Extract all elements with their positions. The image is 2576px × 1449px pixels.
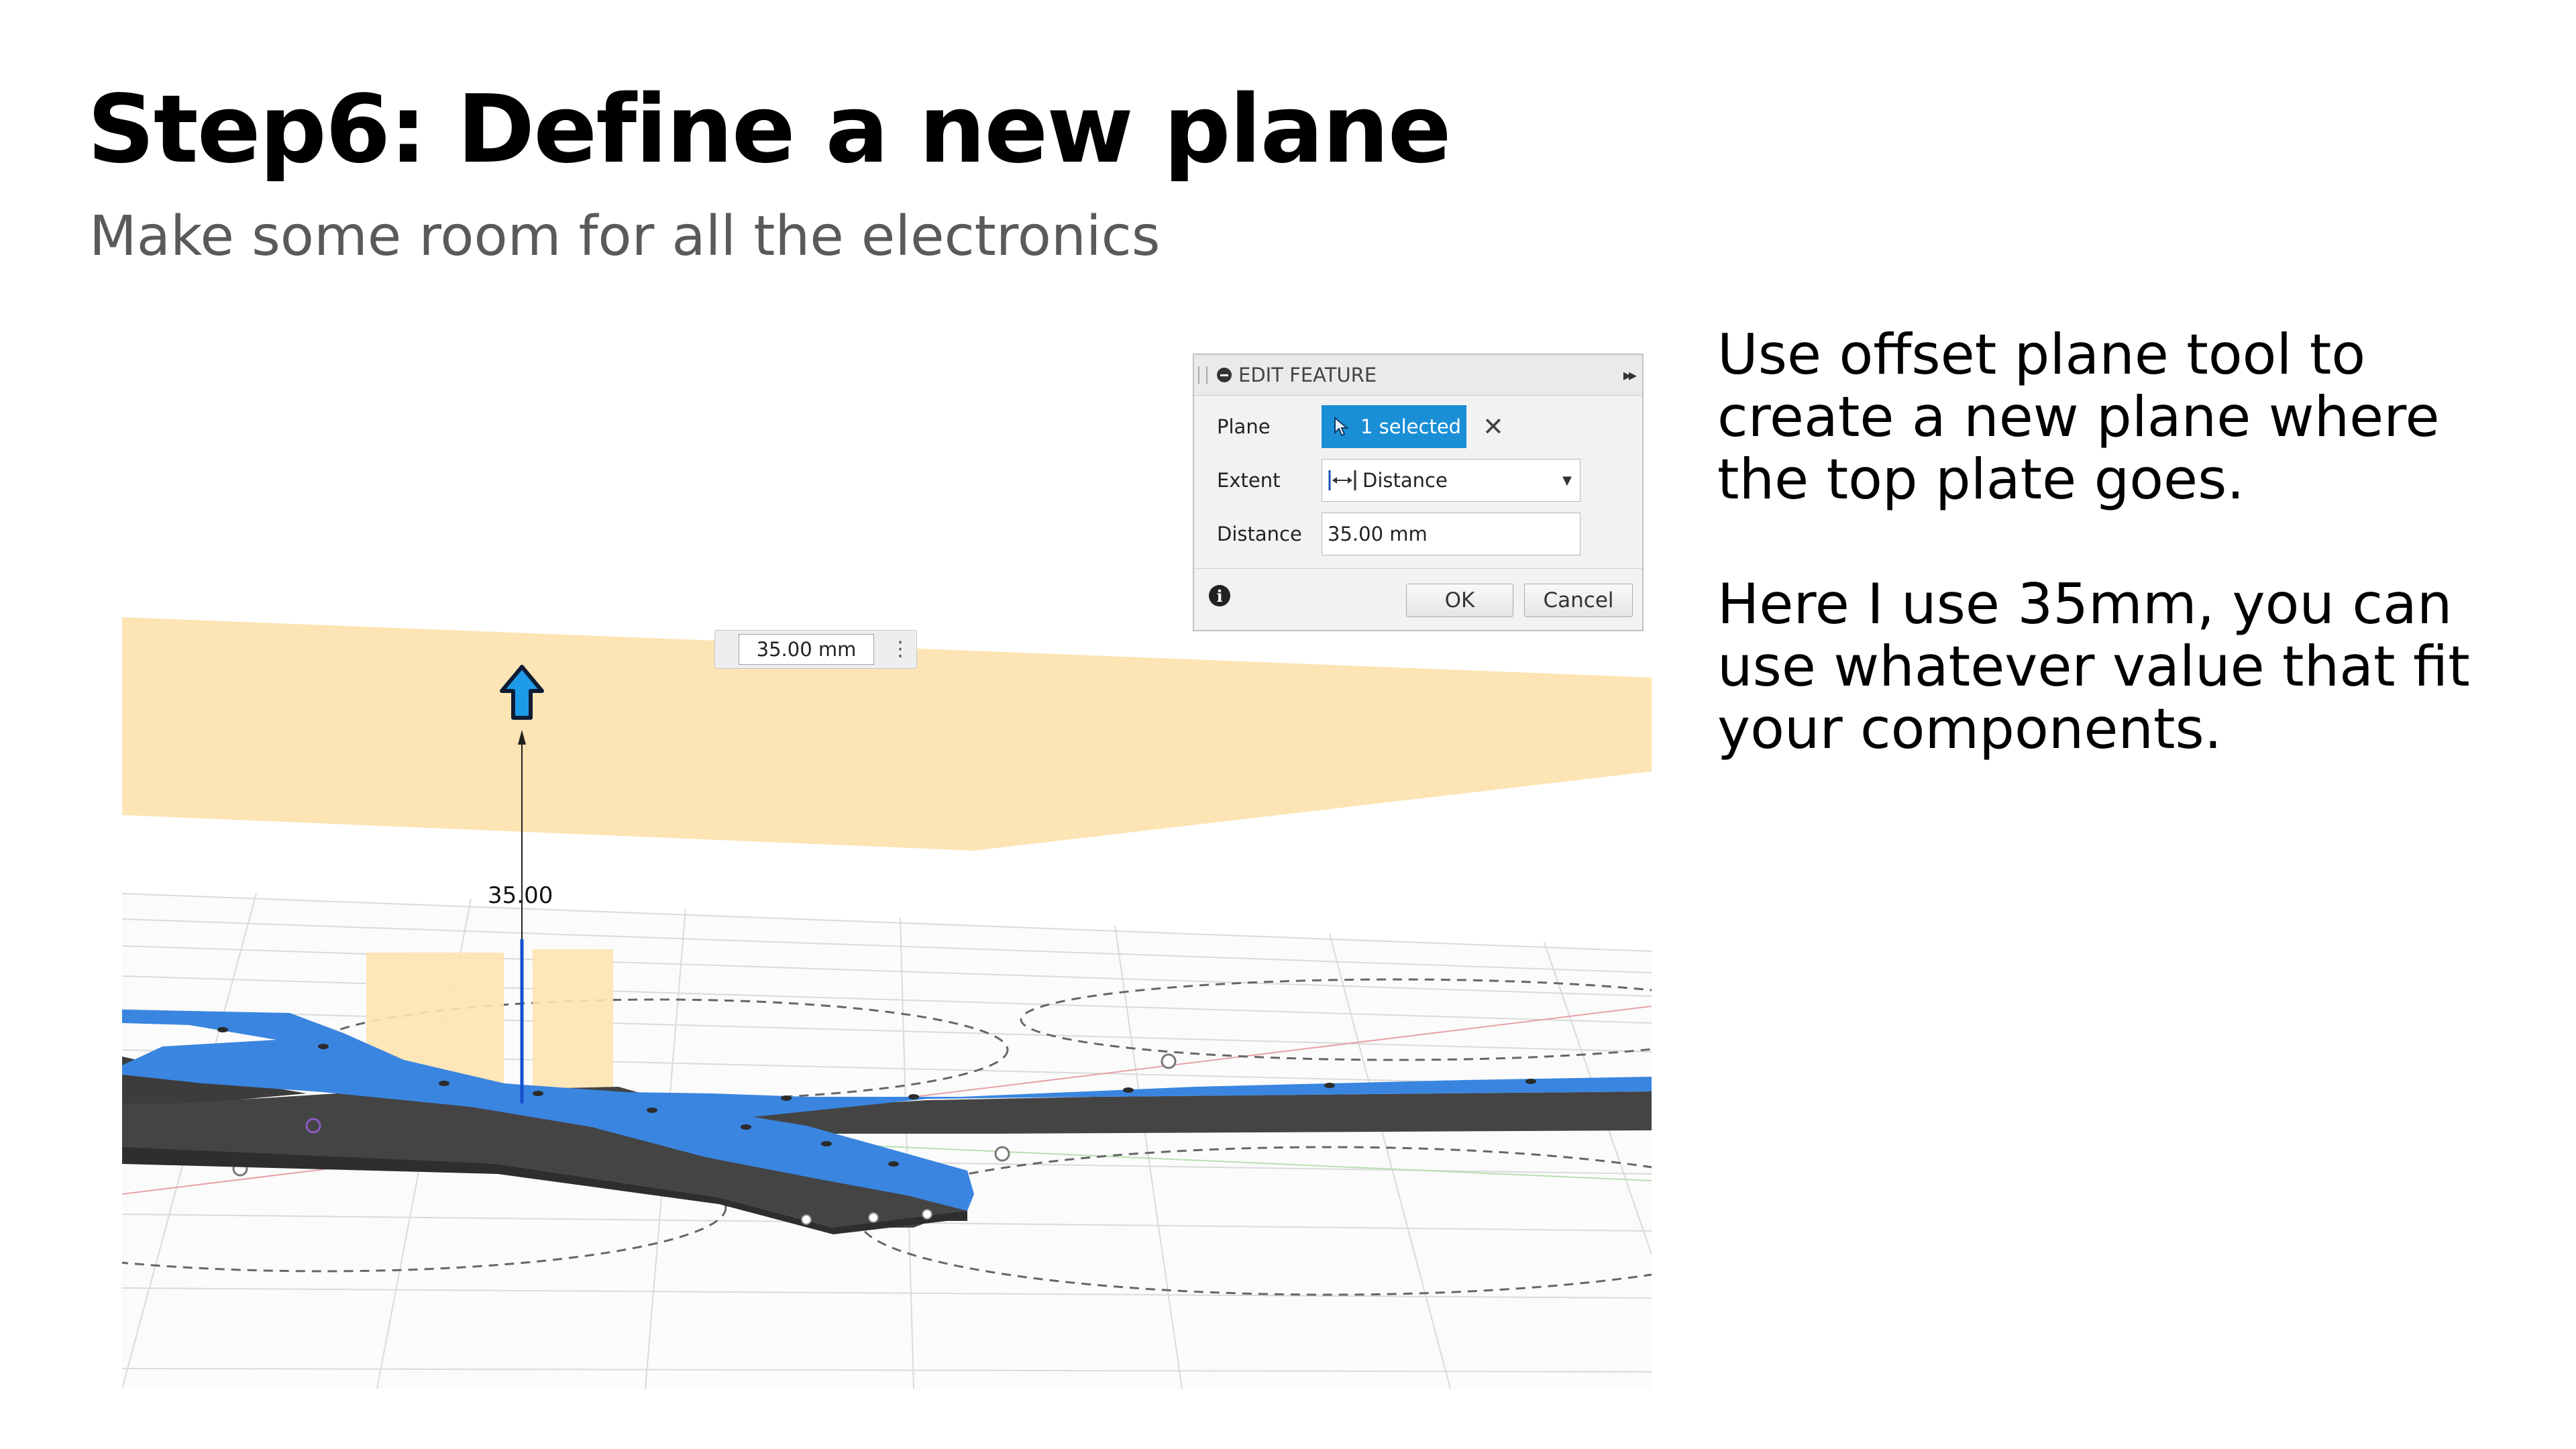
more-options-icon[interactable]: ⋮ [890,639,910,659]
instruction-paragraph: Here I use 35mm, you can use whatever va… [1717,572,2470,761]
dialog-footer: i OK Cancel [1194,568,1642,631]
edit-feature-dialog: EDIT FEATURE ▸▸ Plane 1 selected ✕ Exten… [1193,354,1644,631]
ok-button[interactable]: OK [1406,584,1513,617]
distance-row: Distance 35.00 mm [1194,513,1642,555]
slide-subtitle: Make some room for all the electronics [89,205,1161,268]
plane-row: Plane 1 selected ✕ [1194,405,1642,448]
plane-select-label: 1 selected [1360,415,1462,438]
drag-grip-icon[interactable] [1198,366,1208,384]
cursor-icon [1334,417,1348,437]
distance-icon [1328,470,1356,490]
extent-value: Distance [1362,469,1448,492]
chevron-down-icon: ▼ [1562,473,1572,488]
distance-label: Distance [1217,523,1302,545]
instructions: Use offset plane tool to create a new pl… [1717,323,2542,760]
dimension-label: 35.00 [488,882,553,909]
dialog-header[interactable]: EDIT FEATURE ▸▸ [1194,355,1642,396]
clear-selection-icon[interactable]: ✕ [1483,412,1504,441]
cancel-button[interactable]: Cancel [1524,584,1633,617]
extent-label: Extent [1217,469,1281,492]
collapse-icon[interactable] [1217,368,1232,382]
plane-select-button[interactable]: 1 selected [1322,405,1466,448]
extent-row: Extent Distance ▼ [1194,459,1642,502]
dimension-input[interactable]: 35.00 mm [739,634,874,665]
info-icon[interactable]: i [1209,585,1230,606]
extent-dropdown[interactable]: Distance ▼ [1322,459,1580,502]
expand-icon[interactable]: ▸▸ [1623,366,1637,384]
dimension-input-box[interactable]: 35.00 mm ⋮ [714,630,917,669]
dialog-title: EDIT FEATURE [1238,364,1377,386]
slide-title: Step6: Define a new plane [87,75,1452,184]
instruction-paragraph: Use offset plane tool to create a new pl… [1717,322,2440,512]
plane-label: Plane [1217,415,1271,438]
distance-input[interactable]: 35.00 mm [1322,513,1580,555]
